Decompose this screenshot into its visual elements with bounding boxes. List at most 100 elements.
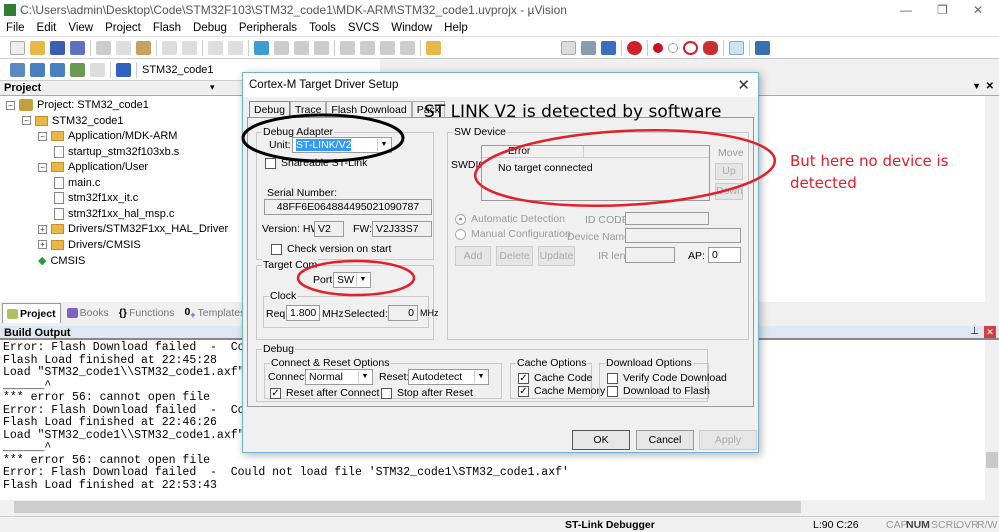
start-debug-icon[interactable] (627, 40, 642, 55)
undo-icon[interactable] (162, 40, 177, 55)
output-hscrollbar[interactable] (0, 500, 999, 514)
menu-debug[interactable]: Debug (187, 22, 233, 34)
cache-code-checkbox[interactable]: ✓ Cache Code (518, 372, 592, 384)
tree-item[interactable]: − STM32_code1 (22, 115, 124, 127)
move-down-button[interactable]: Down (715, 183, 743, 200)
cache-memory-checkbox[interactable]: ✓ Cache Memory (518, 385, 605, 397)
window-layout-icon[interactable] (729, 40, 744, 55)
nav-back-icon[interactable] (208, 40, 223, 55)
bookmark-icon[interactable] (254, 40, 269, 55)
tree-item[interactable]: − Application/User (38, 161, 148, 173)
download-to-flash-checkbox[interactable]: Download to Flash (607, 385, 710, 397)
expand-icon[interactable]: − (6, 100, 15, 110)
clear-bookmarks-icon[interactable] (314, 40, 329, 55)
connect-select[interactable]: Normal ▼ (305, 369, 373, 385)
tree-item[interactable]: stm32f1xx_it.c (54, 192, 138, 204)
batch-build-icon[interactable] (70, 62, 85, 77)
req-field[interactable]: 1.800 (286, 305, 320, 321)
save-icon[interactable] (50, 40, 65, 55)
nav-forward-icon[interactable] (228, 40, 243, 55)
pin-icon[interactable]: ⊥ (970, 326, 979, 337)
output-vscrollbar[interactable] (985, 340, 999, 500)
close-output-icon[interactable]: ✕ (984, 326, 996, 338)
kill-all-breakpoints-icon[interactable] (703, 40, 718, 55)
restore-button[interactable]: ❐ (937, 3, 948, 17)
tab-flash-download[interactable]: Flash Download (326, 101, 412, 118)
editor-scrollbar[interactable] (985, 96, 999, 302)
tree-item[interactable]: − Application/MDK-ARM (38, 130, 177, 142)
stop-build-icon[interactable] (90, 62, 105, 77)
menu-help[interactable]: Help (438, 22, 474, 34)
kill-breakpoints-icon[interactable] (683, 40, 698, 55)
shareable-checkbox[interactable]: Shareable ST-Link (265, 157, 367, 169)
uncomment-icon[interactable] (400, 40, 415, 55)
prev-bookmark-icon[interactable] (274, 40, 289, 55)
update-button[interactable]: Update (538, 246, 575, 266)
tab-books[interactable]: Books (63, 303, 113, 323)
reset-after-connect-checkbox[interactable]: ✓ Reset after Connect (270, 387, 379, 399)
paste-icon[interactable] (136, 40, 151, 55)
menu-peripherals[interactable]: Peripherals (233, 22, 303, 34)
open-icon[interactable] (30, 40, 45, 55)
tab-templates[interactable]: 0+ Templates (181, 303, 250, 323)
load-icon[interactable] (116, 62, 131, 77)
tab-debug[interactable]: Debug (249, 101, 290, 118)
ok-button[interactable]: OK (572, 430, 630, 450)
close-button[interactable]: ✕ (973, 3, 983, 17)
build-icon[interactable] (30, 62, 45, 77)
auto-detection-radio[interactable]: ● Automatic Detection (455, 213, 565, 225)
menu-window[interactable]: Window (385, 22, 438, 34)
move-up-button[interactable]: Up (715, 163, 743, 180)
expand-icon[interactable]: + (38, 240, 47, 249)
ap-field[interactable]: 0 (708, 247, 741, 263)
find-in-files-icon[interactable] (426, 40, 441, 55)
reset-select[interactable]: Autodetect ▼ (408, 369, 489, 385)
target-select[interactable]: STM32_code1 (142, 64, 214, 76)
comment-icon[interactable] (380, 40, 395, 55)
new-file-icon[interactable] (10, 40, 25, 55)
manual-config-radio[interactable]: Manual Configuration (455, 228, 571, 240)
menu-svcs[interactable]: SVCS (342, 22, 385, 34)
disable-breakpoint-icon[interactable] (668, 42, 678, 53)
menu-project[interactable]: Project (99, 22, 147, 34)
breakpoint-icon[interactable] (653, 42, 663, 53)
indent-icon[interactable] (340, 40, 355, 55)
redo-icon[interactable] (182, 40, 197, 55)
incremental-find-icon[interactable] (581, 40, 596, 55)
next-bookmark-icon[interactable] (294, 40, 309, 55)
configure-icon[interactable] (755, 40, 770, 55)
port-select[interactable]: SW ▼ (333, 272, 371, 288)
delete-button[interactable]: Delete (496, 246, 533, 266)
device-list[interactable]: Error No target connected (481, 145, 710, 201)
tree-item[interactable]: − Project: STM32_code1 (6, 99, 149, 111)
unindent-icon[interactable] (360, 40, 375, 55)
expand-icon[interactable]: − (22, 116, 31, 125)
menu-flash[interactable]: Flash (147, 22, 187, 34)
debug-session-icon[interactable] (601, 40, 616, 55)
rebuild-icon[interactable] (50, 62, 65, 77)
panel-menu-icon[interactable]: ▾ (210, 82, 215, 93)
tab-project[interactable]: Project (2, 303, 61, 323)
tree-item[interactable]: ◆ CMSIS (38, 254, 85, 268)
expand-icon[interactable]: − (38, 131, 47, 141)
copy-icon[interactable] (116, 40, 131, 55)
menu-edit[interactable]: Edit (31, 22, 63, 34)
find-dropdown[interactable] (561, 40, 576, 55)
tree-item[interactable]: startup_stm32f103xb.s (54, 145, 179, 158)
tree-item[interactable]: + Drivers/STM32F1xx_HAL_Driver (38, 223, 228, 235)
tree-item[interactable]: stm32f1xx_hal_msp.c (54, 207, 174, 220)
apply-button[interactable]: Apply (699, 430, 757, 450)
minimize-button[interactable]: — (900, 3, 912, 17)
stop-after-reset-checkbox[interactable]: Stop after Reset (381, 387, 473, 399)
add-button[interactable]: Add (455, 246, 491, 266)
panel-dropdown-icon[interactable]: ▼ (972, 81, 981, 91)
expand-icon[interactable]: + (38, 224, 47, 234)
translate-icon[interactable] (10, 62, 25, 77)
cut-icon[interactable] (96, 40, 111, 55)
verify-download-checkbox[interactable]: Verify Code Download (607, 372, 727, 384)
save-all-icon[interactable] (70, 40, 85, 55)
menu-tools[interactable]: Tools (303, 22, 342, 34)
tree-item[interactable]: main.c (54, 176, 100, 189)
tab-trace[interactable]: Trace (289, 101, 327, 118)
tab-pack[interactable]: Pack (411, 101, 446, 118)
